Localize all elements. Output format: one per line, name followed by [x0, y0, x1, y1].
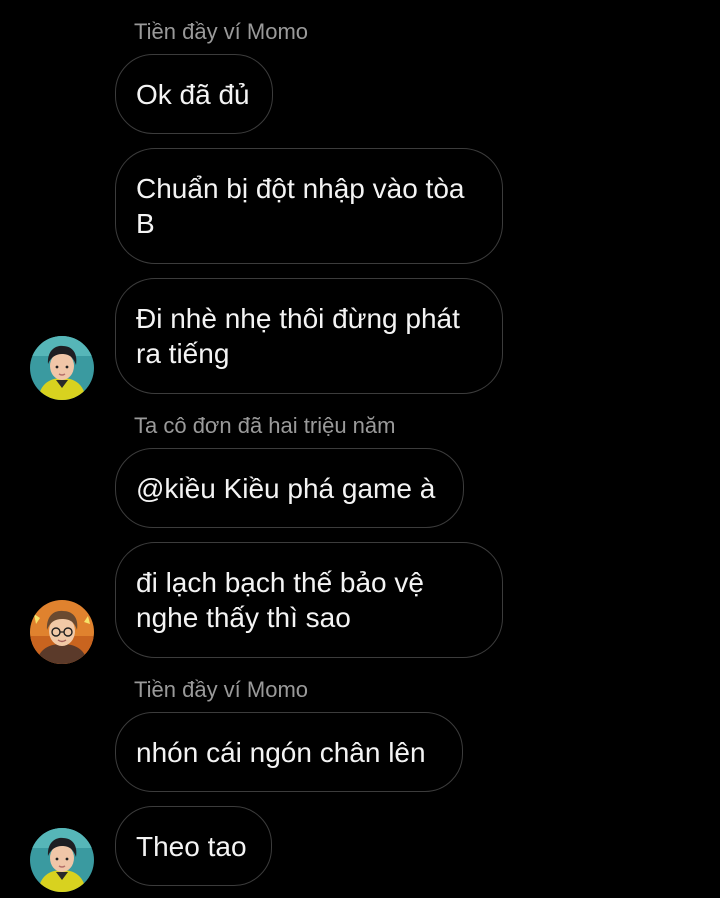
- user-avatar[interactable]: [30, 828, 94, 892]
- message-text: @kiều Kiều phá game à: [136, 472, 436, 504]
- message-bubble[interactable]: Theo tao: [115, 806, 272, 886]
- message-text: Theo tao: [136, 830, 247, 862]
- message-text: nhón cái ngón chân lên: [136, 736, 426, 768]
- user-avatar[interactable]: [30, 336, 94, 400]
- message-text: Đi nhè nhẹ thôi đừng phát ra tiếng: [136, 303, 460, 369]
- message-bubble[interactable]: Đi nhè nhẹ thôi đừng phát ra tiếng: [115, 278, 503, 394]
- message-bubble[interactable]: đi lạch bạch thế bảo vệ nghe thấy thì sa…: [115, 542, 503, 658]
- avatar-image: [30, 828, 94, 892]
- message-bubble[interactable]: Chuẩn bị đột nhập vào tòa B: [115, 148, 503, 264]
- avatar-image: [30, 336, 94, 400]
- avatar-image: [30, 600, 94, 664]
- sender-name: Ta cô đơn đã hai triệu năm: [134, 413, 396, 438]
- message-bubble[interactable]: Ok đã đủ: [115, 54, 273, 134]
- message-bubble[interactable]: nhón cái ngón chân lên: [115, 712, 463, 792]
- sender-name: Tiền đầy ví Momo: [134, 19, 309, 44]
- message-text: đi lạch bạch thế bảo vệ nghe thấy thì sa…: [136, 567, 424, 633]
- message-text: Ok đã đủ: [136, 78, 250, 110]
- sender-name: Tiền đầy ví Momo: [134, 677, 309, 702]
- message-text: Chuẩn bị đột nhập vào tòa B: [136, 173, 465, 239]
- message-bubble[interactable]: @kiều Kiều phá game à: [115, 448, 464, 528]
- user-avatar[interactable]: [30, 600, 94, 664]
